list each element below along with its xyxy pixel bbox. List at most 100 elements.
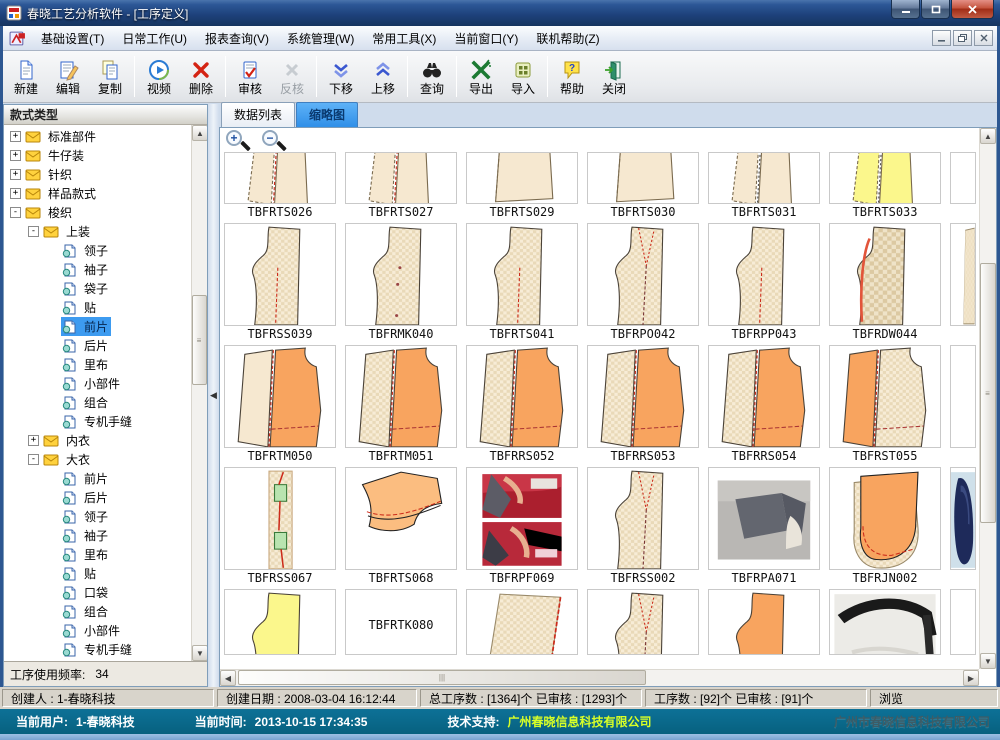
thumbnail-cell[interactable] xyxy=(224,589,336,655)
thumbnail-image[interactable] xyxy=(345,223,457,326)
tree-item-大衣[interactable]: -大衣 xyxy=(4,450,191,469)
thumbnail-image[interactable] xyxy=(950,589,976,655)
menu-item-1[interactable]: 基础设置(T) xyxy=(32,28,113,50)
tree-item-里布[interactable]: 里布 xyxy=(4,545,191,564)
tree-item-后片[interactable]: 后片 xyxy=(4,488,191,507)
tree-item-小部件[interactable]: 小部件 xyxy=(4,621,191,640)
thumbnail-cell-TBFRTK080[interactable]: TBFRTK080 xyxy=(345,589,457,655)
tree-item-针织[interactable]: +针织 xyxy=(4,165,191,184)
thumbnail-cell-TBFRRS052[interactable]: TBFRRS052 xyxy=(466,345,578,463)
tree-item-标准部件[interactable]: +标准部件 xyxy=(4,127,191,146)
thumbnail-image[interactable] xyxy=(466,589,578,655)
collapse-minus-icon[interactable]: - xyxy=(28,454,39,465)
collapse-minus-icon[interactable]: - xyxy=(10,207,21,218)
tree-item-梭织[interactable]: -梭织 xyxy=(4,203,191,222)
toolbar-button-关闭[interactable]: 关闭 xyxy=(593,53,635,100)
thumbnail-image[interactable] xyxy=(224,467,336,570)
thumbnail-image[interactable] xyxy=(587,223,699,326)
tree-item-袖子[interactable]: 袖子 xyxy=(4,260,191,279)
tree-item-领子[interactable]: 领子 xyxy=(4,507,191,526)
thumbnail-cell-TBFRPA071[interactable]: TBFRPA071 xyxy=(708,467,820,585)
scroll-right-icon[interactable]: ▶ xyxy=(963,670,979,686)
thumbnail-image[interactable] xyxy=(829,345,941,448)
tree-item-前片[interactable]: 前片 xyxy=(4,317,191,336)
tree-scroll-thumb[interactable]: ≡ xyxy=(192,295,207,385)
thumbnail-cell-TBFRPP043[interactable]: TBFRPP043 xyxy=(708,223,820,341)
mdi-minimize-button[interactable] xyxy=(932,30,951,46)
tree-item-组合[interactable]: 组合 xyxy=(4,393,191,412)
thumbnail-cell-TBFRJN002[interactable]: TBFRJN002 xyxy=(829,467,941,585)
menu-item-4[interactable]: 系统管理(W) xyxy=(278,28,363,50)
toolbar-button-审核[interactable]: 审核 xyxy=(229,53,271,100)
thumbnail-image[interactable]: TBFRTK080 xyxy=(345,589,457,655)
thumbnail-cell[interactable] xyxy=(950,223,976,341)
thumbnail-cell-TBFRRS053[interactable]: TBFRRS053 xyxy=(587,345,699,463)
tree-item-样品款式[interactable]: +样品款式 xyxy=(4,184,191,203)
tree-item-专机手缝[interactable]: 专机手缝 xyxy=(4,412,191,431)
thumbnail-image[interactable] xyxy=(829,467,941,570)
thumbnail-cell-TBFRSS039[interactable]: TBFRSS039 xyxy=(224,223,336,341)
close-button[interactable] xyxy=(951,0,994,19)
thumbnail-cell-TBFRMK040[interactable]: TBFRMK040 xyxy=(345,223,457,341)
tree-item-袖子[interactable]: 袖子 xyxy=(4,526,191,545)
toolbar-button-视频[interactable]: 视频 xyxy=(138,53,180,100)
menu-item-3[interactable]: 报表查询(V) xyxy=(196,28,278,50)
mdi-restore-button[interactable] xyxy=(953,30,972,46)
menu-item-6[interactable]: 当前窗口(Y) xyxy=(445,28,527,50)
expand-plus-icon[interactable]: + xyxy=(10,131,21,142)
thumbnail-image[interactable] xyxy=(224,589,336,655)
thumbnail-cell-TBFRTS029[interactable]: TBFRTS029 xyxy=(466,152,578,219)
expand-plus-icon[interactable]: + xyxy=(10,169,21,180)
tree-item-专机手缝[interactable]: 专机手缝 xyxy=(4,640,191,659)
tree-item-贴[interactable]: 贴 xyxy=(4,564,191,583)
thumbnail-image[interactable] xyxy=(708,345,820,448)
menu-item-5[interactable]: 常用工具(X) xyxy=(363,28,445,50)
scroll-down-icon[interactable]: ▼ xyxy=(980,653,996,669)
thumbnail-cell-TBFRTS027[interactable]: TBFRTS027 xyxy=(345,152,457,219)
thumbnail-cell-TBFRPF069[interactable]: TBFRPF069 xyxy=(466,467,578,585)
vertical-scrollbar[interactable]: ▲ ≡ ▼ xyxy=(979,128,996,669)
thumbnail-cell-TBFRSS002[interactable]: TBFRSS002 xyxy=(587,467,699,585)
thumbnail-cell[interactable] xyxy=(708,589,820,655)
toolbar-button-复制[interactable]: 复制 xyxy=(89,53,131,100)
thumbnail-image[interactable] xyxy=(587,467,699,570)
thumbnail-cell-TBFRDW044[interactable]: TBFRDW044 xyxy=(829,223,941,341)
thumbnail-image[interactable] xyxy=(829,223,941,326)
thumbnail-cell-TBFRRS054[interactable]: TBFRRS054 xyxy=(708,345,820,463)
thumbnail-cell[interactable] xyxy=(950,152,976,219)
thumbnail-image[interactable] xyxy=(587,152,699,204)
tree-item-上装[interactable]: -上装 xyxy=(4,222,191,241)
tree-item-口袋[interactable]: 口袋 xyxy=(4,583,191,602)
thumbnail-cell-TBFRTS068[interactable]: TBFRTS068 xyxy=(345,467,457,585)
toolbar-button-新建[interactable]: 新建 xyxy=(5,53,47,100)
thumbnail-image[interactable] xyxy=(829,152,941,204)
maximize-button[interactable] xyxy=(921,0,950,19)
horizontal-scroll-thumb[interactable]: ||| xyxy=(238,670,646,685)
tree-item-袋子[interactable]: 袋子 xyxy=(4,279,191,298)
mdi-close-button[interactable] xyxy=(974,30,993,46)
thumbnail-cell[interactable] xyxy=(950,345,976,463)
minimize-button[interactable] xyxy=(891,0,920,19)
thumbnail-image[interactable] xyxy=(708,223,820,326)
tree-item-牛仔装[interactable]: +牛仔装 xyxy=(4,146,191,165)
tree-item-内衣[interactable]: +内衣 xyxy=(4,431,191,450)
toolbar-button-下移[interactable]: 下移 xyxy=(320,53,362,100)
panel-splitter[interactable]: ◀ xyxy=(208,104,219,687)
tree-item-前片[interactable]: 前片 xyxy=(4,469,191,488)
thumbnail-image[interactable] xyxy=(708,152,820,204)
thumbnail-cell-TBFRTS030[interactable]: TBFRTS030 xyxy=(587,152,699,219)
toolbar-button-导出[interactable]: 导出 xyxy=(460,53,502,100)
vertical-scroll-thumb[interactable]: ≡ xyxy=(980,263,996,523)
thumbnail-cell[interactable] xyxy=(466,589,578,655)
thumbnail-image[interactable] xyxy=(708,589,820,655)
thumbnail-image[interactable] xyxy=(950,467,976,570)
thumbnail-cell[interactable] xyxy=(950,467,976,585)
toolbar-button-查询[interactable]: 查询 xyxy=(411,53,453,100)
tree-item-领子[interactable]: 领子 xyxy=(4,241,191,260)
thumbnail-cell[interactable] xyxy=(829,589,941,655)
thumbnail-cell-TBFRST055[interactable]: TBFRST055 xyxy=(829,345,941,463)
menu-item-7[interactable]: 联机帮助(Z) xyxy=(527,28,608,50)
expand-plus-icon[interactable]: + xyxy=(28,435,39,446)
thumbnail-image[interactable] xyxy=(466,152,578,204)
toolbar-button-帮助[interactable]: ?帮助 xyxy=(551,53,593,100)
